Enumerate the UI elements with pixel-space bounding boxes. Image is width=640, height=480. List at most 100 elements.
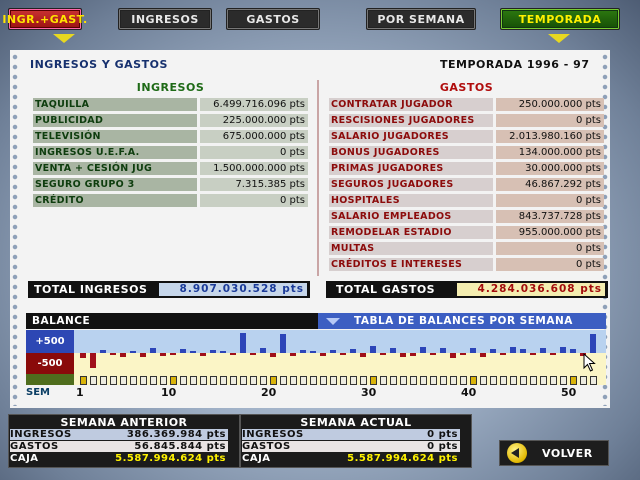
week-marker[interactable] [140, 376, 147, 385]
week-marker[interactable] [210, 376, 217, 385]
tab-por-semana[interactable]: POR SEMANA [366, 8, 476, 30]
week-marker[interactable] [270, 376, 277, 385]
week-marker[interactable] [300, 376, 307, 385]
row-value: 0 pts [427, 429, 458, 440]
week-tick-label: 50 [561, 386, 577, 399]
week-marker[interactable] [290, 376, 297, 385]
week-marker[interactable] [530, 376, 537, 385]
gastos-row-value: 250.000.000 pts [496, 98, 604, 111]
balance-table-dropdown[interactable]: TABLA DE BALANCES POR SEMANA [318, 313, 606, 329]
balance-bar [180, 349, 186, 353]
column-divider [317, 80, 319, 276]
week-marker[interactable] [520, 376, 527, 385]
week-marker[interactable] [560, 376, 567, 385]
week-marker[interactable] [120, 376, 127, 385]
gastos-row-value: 955.000.000 pts [496, 226, 604, 239]
week-marker[interactable] [150, 376, 157, 385]
week-marker[interactable] [430, 376, 437, 385]
balance-bar [190, 351, 196, 353]
tab-selected-indicator [53, 34, 75, 43]
balance-bar [450, 353, 456, 358]
week-marker[interactable] [350, 376, 357, 385]
gastos-row-label: BONUS JUGADORES [329, 146, 493, 159]
week-marker[interactable] [100, 376, 107, 385]
week-marker[interactable] [420, 376, 427, 385]
tab-ingresos[interactable]: INGRESOS [118, 8, 212, 30]
balance-bar [550, 353, 556, 355]
week-marker[interactable] [320, 376, 327, 385]
tab-gastos[interactable]: GASTOS [226, 8, 320, 30]
week-marker[interactable] [390, 376, 397, 385]
ingresos-row-label: INGRESOS U.E.F.A. [33, 146, 197, 159]
gastos-row-value: 30.000.000 pts [496, 162, 604, 175]
week-marker[interactable] [580, 376, 587, 385]
gastos-heading: GASTOS [439, 81, 494, 94]
ingresos-row-value: 1.500.000.000 pts [200, 162, 308, 175]
balance-bar [400, 353, 406, 357]
week-tick-label: 20 [261, 386, 277, 399]
week-marker[interactable] [340, 376, 347, 385]
week-marker[interactable] [490, 376, 497, 385]
balance-bar [410, 353, 416, 356]
week-marker[interactable] [190, 376, 197, 385]
gastos-row-label: CONTRATAR JUGADOR [329, 98, 493, 111]
week-marker[interactable] [440, 376, 447, 385]
week-marker[interactable] [110, 376, 117, 385]
tab-temporada[interactable]: TEMPORADA [500, 8, 620, 30]
week-marker[interactable] [250, 376, 257, 385]
week-marker[interactable] [240, 376, 247, 385]
balance-bar [330, 350, 336, 353]
week-marker[interactable] [590, 376, 597, 385]
balance-bar [350, 349, 356, 353]
balance-bar [300, 350, 306, 353]
week-marker[interactable] [360, 376, 367, 385]
week-marker[interactable] [280, 376, 287, 385]
row-value: 0 pts [427, 441, 458, 452]
tab-ingr-gast[interactable]: INGR.+GAST. [2, 8, 87, 30]
week-marker[interactable] [470, 376, 477, 385]
week-marker[interactable] [130, 376, 137, 385]
row-label: CAJA [242, 453, 271, 464]
week-marker[interactable] [180, 376, 187, 385]
week-marker[interactable] [410, 376, 417, 385]
balance-bar [390, 348, 396, 353]
balance-bar [220, 351, 226, 353]
week-marker[interactable] [370, 376, 377, 385]
gastos-row-label: CRÉDITOS E INTERESES [329, 258, 493, 271]
week-marker[interactable] [550, 376, 557, 385]
week-marker[interactable] [310, 376, 317, 385]
gastos-row-label: SALARIO EMPLEADOS [329, 210, 493, 223]
row-label: GASTOS [10, 441, 59, 452]
mouse-cursor-icon [583, 353, 596, 372]
week-marker[interactable] [220, 376, 227, 385]
week-marker[interactable] [460, 376, 467, 385]
week-marker[interactable] [200, 376, 207, 385]
gastos-row-label: SALARIO JUGADORES [329, 130, 493, 143]
week-marker[interactable] [450, 376, 457, 385]
balance-minus-label: -500 [26, 353, 74, 374]
week-marker[interactable] [570, 376, 577, 385]
balance-bar [170, 353, 176, 355]
week-marker[interactable] [540, 376, 547, 385]
week-marker[interactable] [170, 376, 177, 385]
ingresos-row-value: 675.000.000 pts [200, 130, 308, 143]
gastos-row-label: HOSPITALES [329, 194, 493, 207]
balance-bar [460, 353, 466, 355]
week-tick-label: 1 [76, 386, 84, 399]
week-marker[interactable] [330, 376, 337, 385]
week-marker[interactable] [90, 376, 97, 385]
balance-bar [160, 353, 166, 356]
balance-bar [210, 350, 216, 353]
semana-actual-caja-row: CAJA 5.587.994.624 pts [242, 453, 460, 464]
week-marker[interactable] [480, 376, 487, 385]
week-marker[interactable] [380, 376, 387, 385]
week-marker[interactable] [400, 376, 407, 385]
chevron-down-icon[interactable] [326, 318, 340, 325]
week-marker[interactable] [230, 376, 237, 385]
week-marker[interactable] [500, 376, 507, 385]
week-marker[interactable] [260, 376, 267, 385]
week-marker[interactable] [80, 376, 87, 385]
week-marker[interactable] [160, 376, 167, 385]
total-ingresos-label: TOTAL INGRESOS [34, 283, 148, 296]
week-marker[interactable] [510, 376, 517, 385]
